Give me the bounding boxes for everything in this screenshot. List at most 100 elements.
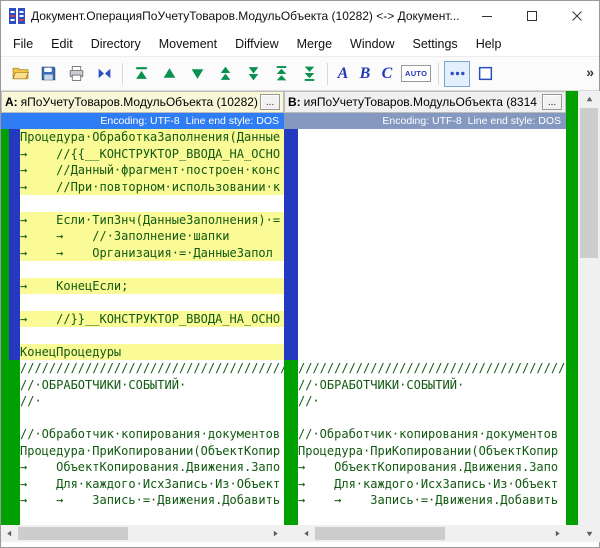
- toolbar-buttons: ABCAUTO: [6, 61, 499, 87]
- horizontal-scrollbar-b-thumb[interactable]: [315, 527, 445, 540]
- code-line: //·ОБРАБОТЧИКИ·СОБЫТИЙ·: [298, 377, 566, 394]
- toolbar: ABCAUTO »: [1, 57, 599, 91]
- open-file-button[interactable]: [7, 61, 33, 87]
- code-line: → → Запись·=·Движения.Добавить: [20, 492, 284, 509]
- code-line: → → Организация·=·ДанныеЗапол: [20, 245, 284, 262]
- horizontal-scrollbar-a[interactable]: [1, 525, 284, 542]
- menu-item-edit[interactable]: Edit: [42, 33, 82, 55]
- code-line: Процедура·ПриКопировании(ОбъектКопир: [20, 443, 284, 460]
- goto-next-conflict-button[interactable]: [240, 61, 266, 87]
- menu-item-diffview[interactable]: Diffview: [226, 33, 288, 55]
- select-line-a-button[interactable]: A: [333, 61, 353, 87]
- code-line: → //}}__КОНСТРУКТОР_ВВОДА_НА_ОСНО: [20, 311, 284, 328]
- scroll-right-arrow[interactable]: [549, 525, 566, 542]
- code-line: [20, 195, 284, 212]
- pane-a-label: A:: [5, 95, 18, 109]
- filler-line: [298, 245, 566, 262]
- code-line: → Для·каждого·ИсхЗапись·Из·Объект: [20, 476, 284, 493]
- file-header-b: B: ияПоУчетуТоваров.МодульОбъекта (8314 …: [284, 91, 566, 113]
- goto-next-unsolved-conflict-button[interactable]: [296, 61, 322, 87]
- goto-next-delta-button[interactable]: [184, 61, 210, 87]
- code-line: → ОбъектКопирования.Движения.Запо: [298, 459, 566, 476]
- code-line: Процедура·ПриКопировании(ОбъектКопир: [298, 443, 566, 460]
- menu-item-window[interactable]: Window: [341, 33, 403, 55]
- goto-current-delta-button[interactable]: [91, 61, 117, 87]
- diff-text-pane-a[interactable]: Процедура·ОбработкаЗаполнения(Данные→ //…: [20, 129, 284, 525]
- scroll-left-arrow[interactable]: [1, 525, 18, 542]
- diff-summary-column-a-outer: [1, 129, 9, 525]
- menu-item-file[interactable]: File: [4, 33, 42, 55]
- scrollbar-corner: [566, 525, 578, 542]
- window-title: Документ.ОперацияПоУчетуТоваров.МодульОб…: [31, 9, 464, 23]
- code-line: Процедура·ОбработкаЗаполнения(Данные: [20, 129, 284, 146]
- code-line: → → //·Заполнение·шапки: [20, 228, 284, 245]
- select-line-c-button[interactable]: C: [377, 61, 397, 87]
- filler-line: [298, 261, 566, 278]
- kdiff3-window: Документ.ОперацияПоУчетуТоваров.МодульОб…: [0, 0, 600, 548]
- code-line: ////////////////////////////////////////…: [298, 360, 566, 377]
- diff-summary-column-b: [284, 129, 298, 525]
- code-line: → Для·каждого·ИсхЗапись·Из·Объект: [298, 476, 566, 493]
- menu-item-settings[interactable]: Settings: [404, 33, 467, 55]
- separator-3: [438, 63, 439, 85]
- code-line: //·: [20, 393, 284, 410]
- code-line: //·Обработчик·копирования·документов: [20, 426, 284, 443]
- print-button[interactable]: [63, 61, 89, 87]
- goto-prev-delta-button[interactable]: [156, 61, 182, 87]
- scroll-left-arrow[interactable]: [298, 525, 315, 542]
- filler-line: [298, 146, 566, 163]
- code-line: → КонецЕсли;: [20, 278, 284, 295]
- goto-prev-unsolved-conflict-button[interactable]: [268, 61, 294, 87]
- window-controls: [464, 1, 599, 31]
- menu-item-merge[interactable]: Merge: [288, 33, 341, 55]
- code-line: → → Запись·=·Движения.Добавить: [298, 492, 566, 509]
- save-button[interactable]: [35, 61, 61, 87]
- scrollbar-gap: [284, 525, 298, 542]
- goto-prev-conflict-button[interactable]: [212, 61, 238, 87]
- diff-text-pane-b[interactable]: ////////////////////////////////////////…: [298, 129, 566, 525]
- code-line: → //{{__КОНСТРУКТОР_ВВОДА_НА_ОСНО: [20, 146, 284, 163]
- code-line: → //При·повторном·использовании·к: [20, 179, 284, 196]
- pane-b-filename: ияПоУчетуТоваров.МодульОбъекта (8314: [304, 95, 542, 109]
- browse-a-button[interactable]: ...: [260, 94, 280, 110]
- code-line: [20, 327, 284, 344]
- scroll-down-arrow[interactable]: [578, 525, 600, 542]
- code-line: [20, 261, 284, 278]
- auto-advance-button[interactable]: AUTO: [401, 65, 431, 82]
- vertical-scrollbar[interactable]: [578, 91, 600, 542]
- maximize-button[interactable]: [509, 1, 554, 31]
- code-line: //·: [298, 393, 566, 410]
- browse-b-button[interactable]: ...: [542, 94, 562, 110]
- scroll-right-arrow[interactable]: [267, 525, 284, 542]
- separator-2: [327, 63, 328, 85]
- menu-item-help[interactable]: Help: [467, 33, 511, 55]
- scroll-up-arrow[interactable]: [578, 91, 600, 108]
- code-line: КонецПроцедуры: [20, 344, 284, 361]
- horizontal-scrollbar-b[interactable]: [298, 525, 566, 542]
- show-whitespace-button[interactable]: [444, 61, 470, 87]
- goto-first-delta-button[interactable]: [128, 61, 154, 87]
- menu-item-movement[interactable]: Movement: [150, 33, 226, 55]
- filler-line: [298, 179, 566, 196]
- title-bar: Документ.ОперацияПоУчетуТоваров.МодульОб…: [1, 1, 599, 31]
- code-line: //·ОБРАБОТЧИКИ·СОБЫТИЙ·: [20, 377, 284, 394]
- filler-line: [298, 129, 566, 146]
- code-line: ////////////////////////////////////////…: [20, 360, 284, 377]
- filler-line: [298, 228, 566, 245]
- vertical-scrollbar-thumb[interactable]: [580, 108, 598, 258]
- file-header-a: A: яПоУчетуТоваров.МодульОбъекта (10282)…: [1, 91, 284, 113]
- select-line-b-button[interactable]: B: [355, 61, 375, 87]
- menu-item-directory[interactable]: Directory: [82, 33, 150, 55]
- filler-line: [298, 311, 566, 328]
- horizontal-scrollbar-a-thumb[interactable]: [18, 527, 128, 540]
- toolbar-overflow-button[interactable]: »: [586, 64, 594, 80]
- overview-column[interactable]: [566, 91, 578, 525]
- close-button[interactable]: [554, 1, 599, 31]
- filler-line: [298, 162, 566, 179]
- split-view-button[interactable]: [472, 61, 498, 87]
- minimize-button[interactable]: [464, 1, 509, 31]
- diff-summary-column-a: [9, 129, 20, 525]
- filler-line: [298, 294, 566, 311]
- diff-region-marker: [284, 129, 298, 360]
- code-line: [20, 410, 284, 427]
